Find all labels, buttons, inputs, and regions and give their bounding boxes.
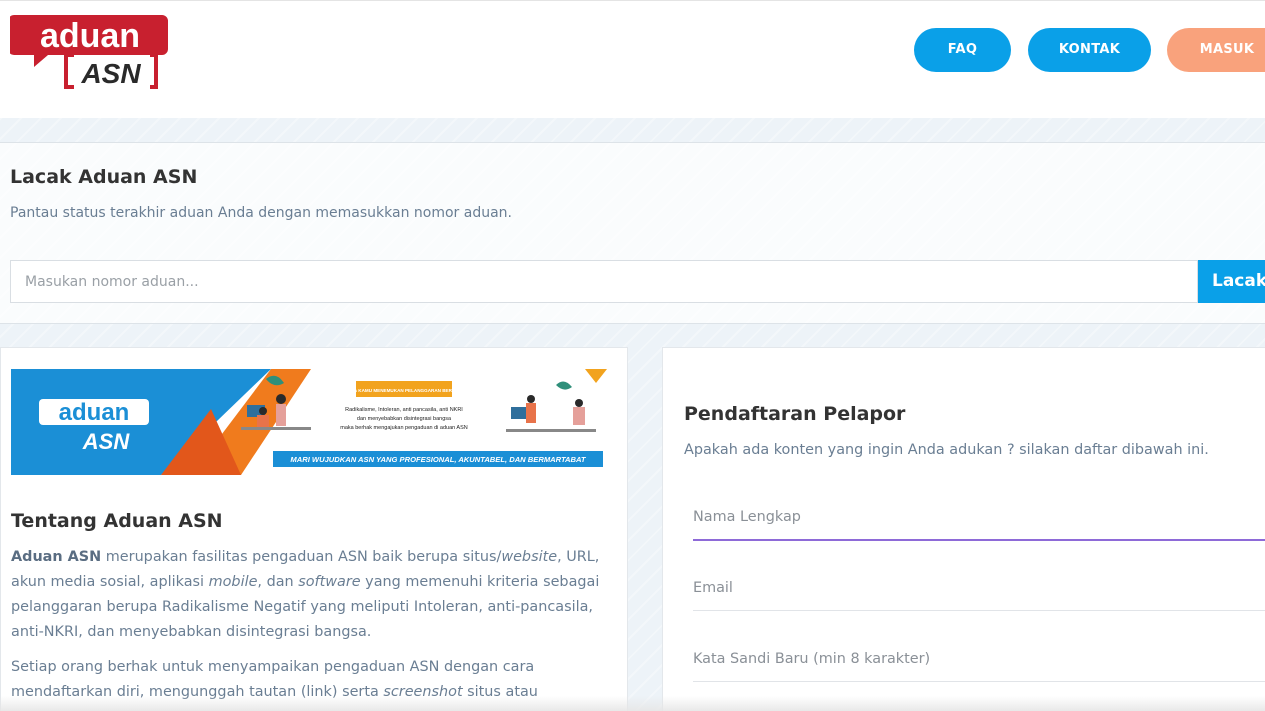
banner-logo-bottom: ASN xyxy=(82,429,131,454)
email-field[interactable] xyxy=(693,565,1265,611)
complaint-number-input[interactable] xyxy=(10,260,1198,303)
track-subtitle: Pantau status terakhir aduan Anda dengan… xyxy=(10,205,513,221)
track-button[interactable]: Lacak xyxy=(1198,260,1265,303)
banner-logo-top: aduan xyxy=(59,399,130,426)
banner-notice-line3: maka berhak mengajukan pengaduan di adua… xyxy=(340,425,468,431)
track-complaint-section: Lacak Aduan ASN Pantau status terakhir a… xyxy=(0,142,1265,324)
about-title: Tentang Aduan ASN xyxy=(11,510,223,532)
bottom-fade xyxy=(0,696,1265,711)
faq-button[interactable]: FAQ xyxy=(914,28,1011,72)
logo-text-top: aduan xyxy=(40,17,140,55)
aduan-asn-logo[interactable]: aduan ASN xyxy=(10,11,170,95)
register-card: Pendaftaran Pelapor Apakah ada konten ya… xyxy=(662,347,1265,711)
full-name-field[interactable] xyxy=(693,495,1265,541)
register-subtitle: Apakah ada konten yang ingin Anda adukan… xyxy=(684,442,1209,458)
banner-notice-line1: Radikalisme, Intoleran, anti pancasila, … xyxy=(345,407,463,413)
about-card: aduan ASN JIKA KAMU MENEMUKAN PELANGGARA… xyxy=(0,347,628,711)
promo-banner: aduan ASN JIKA KAMU MENEMUKAN PELANGGARA… xyxy=(11,369,607,475)
logo-text-bottom: ASN xyxy=(80,58,141,89)
new-password-field[interactable] xyxy=(693,636,1265,682)
register-title: Pendaftaran Pelapor xyxy=(684,403,906,425)
banner-notice-title: JIKA KAMU MENEMUKAN PELANGGARAN BERUPA xyxy=(347,388,462,393)
kontak-button[interactable]: KONTAK xyxy=(1028,28,1151,72)
banner-notice-line2: dan menyebabkan disintegrasi bangsa xyxy=(357,416,452,422)
masuk-button[interactable]: MASUK xyxy=(1167,28,1265,72)
site-header: aduan ASN FAQ KONTAK MASUK xyxy=(0,0,1265,118)
banner-tagline: MARI WUJUDKAN ASN YANG PROFESIONAL, AKUN… xyxy=(290,455,587,464)
about-paragraph-1: Aduan ASN merupakan fasilitas pengaduan … xyxy=(11,549,600,640)
track-title: Lacak Aduan ASN xyxy=(10,166,198,188)
